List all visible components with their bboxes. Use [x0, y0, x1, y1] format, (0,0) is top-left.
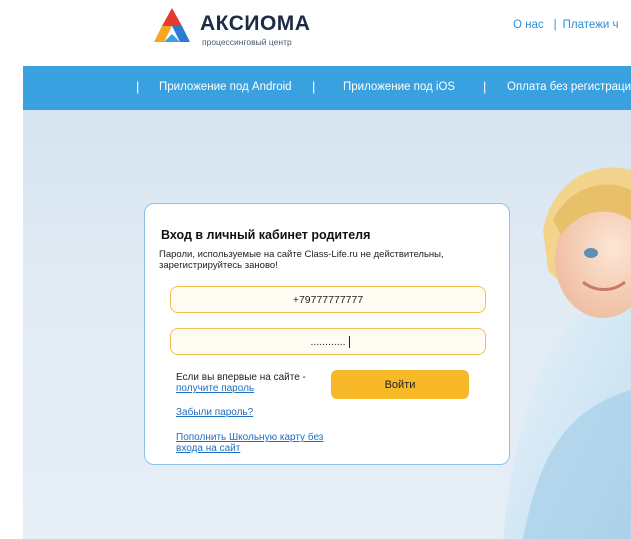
nav-payments[interactable]: Платежи ч: [563, 19, 619, 31]
axioma-logo-icon: [154, 8, 190, 42]
top-nav: О нас | Платежи ч: [513, 19, 618, 31]
first-visit-text: Если вы впервые на сайте -: [176, 372, 306, 383]
nav-about[interactable]: О нас: [513, 19, 544, 31]
login-note: Пароли, используемые на сайте Class-Life…: [159, 249, 444, 271]
login-card: Вход в личный кабинет родителя Пароли, и…: [144, 203, 510, 465]
logo[interactable]: АКСИОМА процессинговый центр: [150, 6, 320, 52]
link-pay-without-registration[interactable]: Оплата без регистраци: [507, 81, 631, 93]
login-button[interactable]: Войти: [331, 370, 469, 399]
get-password-link[interactable]: получите пароль: [176, 383, 254, 394]
topup-card-link[interactable]: Пополнить Школьную карту без входа на са…: [176, 432, 326, 454]
login-title: Вход в личный кабинет родителя: [161, 228, 371, 242]
link-ios-app[interactable]: Приложение под iOS: [343, 81, 455, 93]
nav-separator: |: [553, 19, 557, 31]
forgot-password-link[interactable]: Забыли пароль?: [176, 407, 253, 418]
bar-separator: |: [312, 79, 316, 94]
password-input[interactable]: [170, 328, 486, 355]
logo-title: АКСИОМА: [200, 12, 311, 35]
bar-separator: |: [136, 79, 140, 94]
phone-input[interactable]: [170, 286, 486, 313]
link-android-app[interactable]: Приложение под Android: [159, 81, 292, 93]
app-links-bar: | Приложение под Android | Приложение по…: [23, 66, 631, 110]
site-header: АКСИОМА процессинговый центр О нас | Плате…: [0, 0, 631, 64]
logo-subtitle: процессинговый центр: [202, 37, 292, 47]
text-caret: [349, 336, 350, 348]
bar-separator: |: [483, 79, 487, 94]
